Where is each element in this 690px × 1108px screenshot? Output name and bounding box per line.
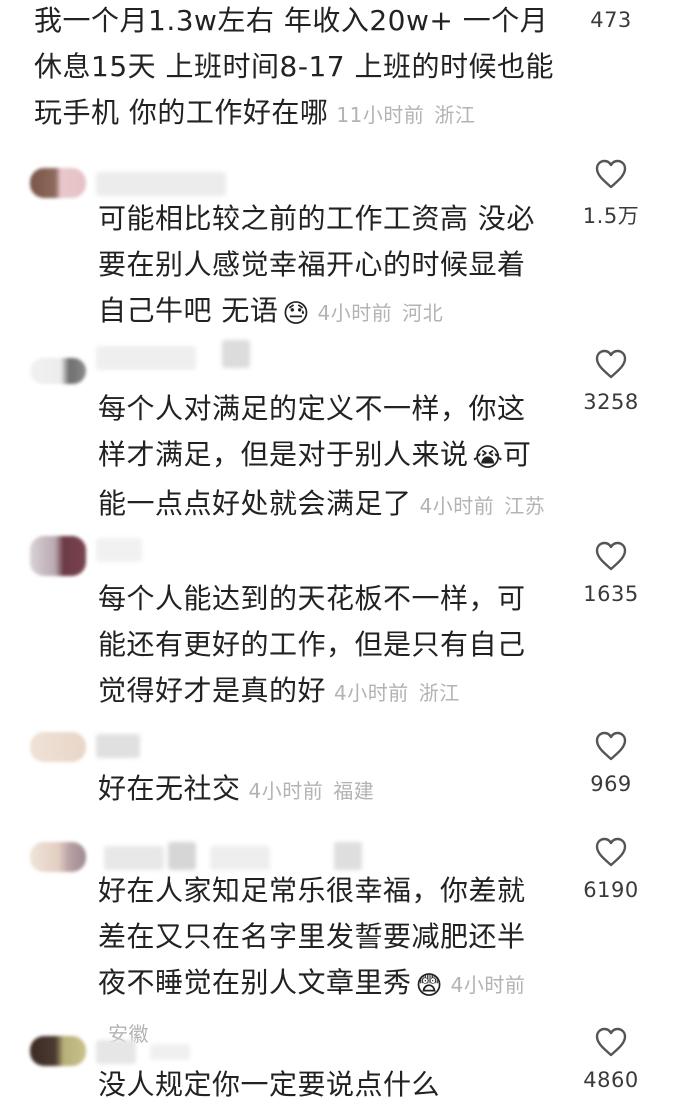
comment-item: 每个人对满足的定义不一样，你这样才满足，但是对于别人来说 😭可能一点点好处就会满足… xyxy=(0,340,690,530)
username-blurred xyxy=(168,842,196,870)
username-blurred xyxy=(96,538,142,562)
like-count: 1635 xyxy=(583,582,639,606)
username-blurred xyxy=(334,842,362,870)
comment-text: 没人规定你一定要说点什么 xyxy=(98,1068,441,1101)
like-button[interactable]: 4860 xyxy=(576,1026,646,1092)
comment-text: 好在无社交 xyxy=(98,772,241,805)
like-count: 3258 xyxy=(583,390,639,414)
comment-meta: 4小时前 河北 xyxy=(318,301,444,325)
avatar[interactable] xyxy=(30,1036,86,1066)
sweat-emoji-icon: 😓 xyxy=(282,299,310,329)
comment-body: 我一个月1.3w左右 年收入20w+ 一个月休息15天 上班时间8-17 上班的… xyxy=(34,0,574,138)
avatar[interactable] xyxy=(30,842,86,872)
comment-body: 可能相比较之前的工作工资高 没必要在别人感觉幸福开心的时候显着自己牛吧 无语 😓 4… xyxy=(98,196,548,337)
username-blurred xyxy=(104,846,164,870)
comment-item: 可能相比较之前的工作工资高 没必要在别人感觉幸福开心的时候显着自己牛吧 无语 😓 4… xyxy=(0,150,690,340)
comment-time: 11小时前 xyxy=(336,103,425,127)
like-count: 969 xyxy=(590,772,632,796)
comment-body: 好在无社交 4小时前 福建 xyxy=(98,766,548,814)
comment-text: 每个人对满足的定义不一样，你这样才满足，但是对于别人来说 xyxy=(98,392,526,471)
comment-time: 4小时前 xyxy=(248,779,324,803)
like-count: 1.5万 xyxy=(582,204,640,228)
like-button[interactable]: 3258 xyxy=(576,348,646,414)
like-button[interactable]: 473 xyxy=(576,8,646,32)
like-count: 473 xyxy=(590,8,632,32)
like-count: 4860 xyxy=(583,1068,639,1092)
comment-text: 可能相比较之前的工作工资高 没必要在别人感觉幸福开心的时候显着自己牛吧 无语 xyxy=(98,202,535,327)
scared-emoji-icon: 😨 xyxy=(415,971,443,1001)
like-button[interactable]: 6190 xyxy=(576,836,646,902)
comment-location: 浙江 xyxy=(434,103,476,127)
username-blurred xyxy=(96,172,226,196)
heart-outline-icon[interactable] xyxy=(594,730,628,762)
comment-location: 福建 xyxy=(333,779,375,803)
comment-text: 每个人能达到的天花板不一样，可能还有更好的工作，但是只有自己觉得好才是真的好 xyxy=(98,582,526,707)
like-button[interactable]: 1635 xyxy=(576,540,646,606)
comment-meta: 4小时前 江苏 xyxy=(420,494,546,518)
comment-item: 好在无社交 4小时前 福建 969 xyxy=(0,726,690,826)
comment-text: 我一个月1.3w左右 年收入20w+ 一个月休息15天 上班时间8-17 上班的… xyxy=(34,4,554,129)
avatar[interactable] xyxy=(30,358,86,384)
comment-meta: 11小时前 浙江 xyxy=(336,103,475,127)
like-button[interactable]: 1.5万 xyxy=(576,158,646,230)
username-blurred xyxy=(222,340,250,368)
comment-body: 每个人对满足的定义不一样，你这样才满足，但是对于别人来说 😭可能一点点好处就会满足… xyxy=(98,386,548,529)
username-blurred xyxy=(150,1044,190,1060)
avatar[interactable] xyxy=(30,536,86,576)
comment-time: 4小时前 xyxy=(317,301,393,325)
username-blurred xyxy=(96,734,140,758)
heart-outline-icon[interactable] xyxy=(594,1026,628,1058)
heart-outline-icon[interactable] xyxy=(594,158,628,190)
comment-item: 好在人家知足常乐很幸福，你差就差在又只在名字里发誓要减肥还半夜不睡觉在别人文章里… xyxy=(0,834,690,1046)
comment-item: 没人规定你一定要说点什么 4860 xyxy=(0,1026,690,1108)
comment-location: 江苏 xyxy=(504,494,546,518)
crying-emoji-icon: 😭 xyxy=(472,443,503,473)
comment-time: 4小时前 xyxy=(450,973,526,997)
comment-body: 每个人能达到的天花板不一样，可能还有更好的工作，但是只有自己觉得好才是真的好 4小… xyxy=(98,576,548,716)
like-button[interactable]: 969 xyxy=(576,730,646,796)
heart-outline-icon[interactable] xyxy=(594,348,628,380)
comment-item: 每个人能达到的天花板不一样，可能还有更好的工作，但是只有自己觉得好才是真的好 4小… xyxy=(0,532,690,722)
comment-time: 4小时前 xyxy=(334,681,409,705)
comment-body: 没人规定你一定要说点什么 xyxy=(98,1062,548,1108)
username-blurred xyxy=(96,346,196,370)
heart-outline-icon[interactable] xyxy=(594,540,628,572)
like-count: 6190 xyxy=(583,878,639,902)
heart-outline-icon[interactable] xyxy=(594,836,628,868)
username-blurred xyxy=(210,846,270,870)
avatar[interactable] xyxy=(30,168,86,198)
comment-time: 4小时前 xyxy=(419,494,495,518)
comment-location: 河北 xyxy=(402,301,444,325)
comment-item: 我一个月1.3w左右 年收入20w+ 一个月休息15天 上班时间8-17 上班的… xyxy=(0,0,690,140)
avatar[interactable] xyxy=(30,732,86,762)
username-blurred xyxy=(96,1040,136,1064)
comment-location: 浙江 xyxy=(418,681,460,705)
comment-meta: 4小时前 浙江 xyxy=(334,681,460,705)
comment-meta: 4小时前 福建 xyxy=(249,779,375,803)
